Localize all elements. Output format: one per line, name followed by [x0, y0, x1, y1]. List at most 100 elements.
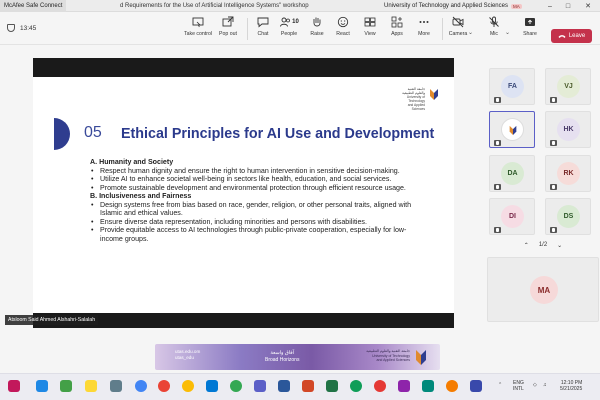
- chat-icon: [257, 17, 269, 28]
- mic-muted-icon: [494, 227, 501, 233]
- people-label: People: [280, 31, 298, 37]
- participant-tile[interactable]: VJ: [545, 68, 591, 105]
- participant-tile[interactable]: DI: [489, 198, 535, 235]
- share-button[interactable]: Share: [515, 16, 545, 42]
- browser-icon[interactable]: [350, 380, 362, 392]
- wifi-icon[interactable]: ◇: [533, 382, 537, 388]
- app-icon[interactable]: [206, 380, 218, 392]
- bullet-item: Utilize AI to enhance societal well-bein…: [90, 175, 420, 184]
- react-label: React: [336, 31, 350, 37]
- more-label: More: [418, 31, 430, 37]
- mic-label: Mic: [489, 31, 499, 37]
- view-icon: [364, 17, 376, 27]
- pop-out-button[interactable]: Pop out: [213, 16, 243, 42]
- browser-icon[interactable]: [158, 380, 170, 392]
- view-button[interactable]: View: [355, 16, 385, 42]
- view-label: View: [364, 31, 376, 37]
- chat-label: Chat: [257, 31, 269, 37]
- banner-handle: utas_edu: [175, 355, 194, 360]
- bullet-item: Promote sustainable development and envi…: [90, 184, 420, 193]
- app-icon[interactable]: [110, 380, 122, 392]
- participant-tile[interactable]: RK: [545, 155, 591, 192]
- minimize-icon[interactable]: –: [540, 0, 560, 12]
- section-heading: B. Inclusiveness and Fairness: [90, 192, 192, 200]
- chevron-up-icon[interactable]: ⌃: [498, 382, 502, 388]
- meeting-title: d Requirements for the Use of Artificial…: [120, 3, 309, 9]
- participant-tile[interactable]: HK: [545, 111, 591, 148]
- app-icon[interactable]: [36, 380, 48, 392]
- apps-button[interactable]: Apps: [382, 16, 412, 42]
- browser-icon[interactable]: [182, 380, 194, 392]
- avatar: HK: [557, 118, 580, 141]
- more-button[interactable]: More: [409, 16, 439, 42]
- featured-participant-tile[interactable]: MA: [487, 257, 599, 322]
- people-count: 10: [292, 19, 299, 25]
- avatar: DS: [557, 205, 580, 228]
- app-icon[interactable]: [470, 380, 482, 392]
- banner-slogan: آفاق واسعة Broad Horizons: [265, 350, 299, 363]
- mcafee-label: McAfee Safe Connect: [4, 3, 63, 9]
- people-button[interactable]: 10 People: [274, 16, 304, 42]
- app-icon[interactable]: [60, 380, 72, 392]
- take-control-label: Take control: [184, 31, 212, 37]
- mcafee-tab[interactable]: McAfee Safe Connect: [0, 0, 67, 12]
- browser-icon[interactable]: [374, 380, 386, 392]
- section-heading: A. Humanity and Society: [90, 158, 174, 166]
- org-info: University of Technology and Applied Sci…: [384, 0, 522, 12]
- org-name: University of Technology and Applied Sci…: [384, 3, 508, 9]
- clock-date: 5/21/2025: [560, 386, 583, 392]
- app-icon[interactable]: [422, 380, 434, 392]
- app-icon[interactable]: [85, 380, 97, 392]
- maximize-icon[interactable]: □: [558, 0, 578, 12]
- participant-tile[interactable]: DS: [545, 198, 591, 235]
- avatar: FA: [501, 75, 524, 98]
- browser-icon[interactable]: [230, 380, 242, 392]
- excel-icon[interactable]: [326, 380, 338, 392]
- slide-number: 05: [84, 124, 102, 141]
- avatar: [501, 118, 524, 141]
- avatar: RK: [557, 162, 580, 185]
- chevron-down-icon[interactable]: ⌄: [557, 242, 562, 249]
- university-banner: utas.edu.om utas_edu آفاق واسعة Broad Ho…: [155, 344, 440, 370]
- app-icon[interactable]: [8, 380, 20, 392]
- people-icon: [280, 17, 291, 27]
- speaker-icon[interactable]: ♫: [543, 382, 547, 388]
- shield-icon: [7, 24, 15, 32]
- language-indicator[interactable]: ENG INTL: [513, 380, 524, 392]
- teams-icon[interactable]: [254, 380, 266, 392]
- university-mark-icon: [509, 125, 516, 135]
- mic-options-chevron-icon[interactable]: ⌄: [505, 29, 510, 36]
- pop-out-icon: [222, 16, 234, 27]
- bullet-list: Respect human dignity and ensure the rig…: [90, 167, 420, 193]
- react-icon: [337, 16, 349, 28]
- react-button[interactable]: React: [328, 16, 358, 42]
- window-title-bar: McAfee Safe Connect d Requirements for t…: [0, 0, 600, 12]
- share-label: Share: [523, 31, 537, 37]
- bullet-item: Ensure diverse data representation, incl…: [90, 218, 420, 227]
- word-icon[interactable]: [278, 380, 290, 392]
- system-clock[interactable]: 12:10 PM 5/21/2025: [560, 380, 582, 392]
- avatar: VJ: [557, 75, 580, 98]
- leave-button[interactable]: Leave: [551, 29, 592, 43]
- browser-icon[interactable]: [135, 380, 147, 392]
- mic-muted-icon: [494, 97, 501, 103]
- user-badge[interactable]: MA: [510, 3, 522, 9]
- camera-options-chevron-icon[interactable]: ⌄: [468, 29, 473, 36]
- bullet-item: Provide equitable access to AI technolog…: [90, 226, 420, 243]
- take-control-button[interactable]: Take control: [183, 16, 213, 42]
- shared-slide: جامعة التقنية والعلوم التطبيقية University…: [33, 77, 454, 313]
- chevron-up-icon[interactable]: ⌃: [524, 242, 529, 249]
- apps-icon: [391, 16, 403, 28]
- university-mark-icon: [416, 350, 426, 365]
- powerpoint-icon[interactable]: [302, 380, 314, 392]
- app-icon[interactable]: [446, 380, 458, 392]
- participant-tile[interactable]: DA: [489, 155, 535, 192]
- participant-tile[interactable]: FA: [489, 68, 535, 105]
- meeting-timer: 13:45: [7, 24, 36, 32]
- participant-tile-active[interactable]: [489, 111, 535, 148]
- share-icon: [525, 18, 535, 26]
- app-icon[interactable]: [398, 380, 410, 392]
- timer-text: 13:45: [20, 24, 37, 32]
- presenter-name-tag: Atsloom Said Ahmed Alshahri-Salalah: [5, 315, 99, 325]
- close-icon[interactable]: ✕: [578, 0, 598, 12]
